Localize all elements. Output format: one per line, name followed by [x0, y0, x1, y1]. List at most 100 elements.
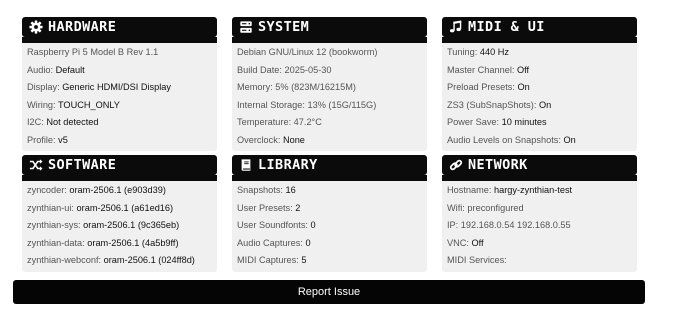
- hardware-wiring-label: Wiring:: [27, 99, 58, 110]
- midi-master-channel-value: Off: [516, 64, 530, 75]
- hardware-row-display: Display: Generic HDMI/DSI Display: [22, 79, 217, 97]
- midi-row-audio-levels: Audio Levels on Snapshots: On: [442, 132, 637, 150]
- library-title: LIBRARY: [258, 157, 318, 173]
- link-icon: [448, 158, 463, 173]
- library-snapshots-value: 16: [285, 185, 296, 195]
- midi-row-preload-presets: Preload Presets: On: [442, 79, 637, 97]
- report-issue-button[interactable]: Report Issue: [13, 280, 645, 304]
- system-row-storage: Internal Storage: 13% (15G/115G): [232, 97, 427, 115]
- software-body: zyncoder: oram-2506.1 (e903d39) zynthian…: [22, 181, 217, 272]
- server-icon: [238, 20, 253, 35]
- network-header: NETWORK: [442, 155, 637, 181]
- library-row-audio-captures: Audio Captures: 0: [232, 235, 427, 253]
- midi-master-channel-label: Master Channel:: [447, 64, 517, 75]
- hardware-display-value: Generic HDMI/DSI Display: [62, 82, 171, 92]
- hardware-i2c-value: Not detected: [46, 117, 99, 127]
- system-memory-label: Memory: 5% (823M/16215M): [237, 82, 356, 92]
- hardware-audio-label: Audio:: [27, 64, 56, 75]
- software-panel: SOFTWARE zyncoder: oram-2506.1 (e903d39)…: [22, 155, 217, 272]
- network-ip-label: IP: 192.168.0.54 192.168.0.55: [447, 220, 571, 230]
- library-header: LIBRARY: [232, 155, 427, 181]
- midi-ui-header: MIDI & UI: [442, 17, 637, 43]
- library-body: Snapshots: 16 User Presets: 2 User Sound…: [232, 181, 427, 272]
- network-body: Hostname: hargy-zynthian-test Wifi: prec…: [442, 181, 637, 272]
- book-icon: [238, 158, 253, 173]
- software-zynthian-ui-value: oram-2506.1 (a61ed16): [76, 202, 174, 213]
- system-storage-label: Internal Storage: 13% (15G/115G): [237, 99, 377, 110]
- system-overclock-value: None: [282, 134, 305, 145]
- software-zynthian-sys-label: zynthian-sys:: [27, 220, 84, 230]
- hardware-display-label: Display:: [27, 82, 63, 92]
- software-row-zynthian-data: zynthian-data: oram-2506.1 (4a5b9ff): [22, 235, 217, 253]
- library-snapshots-label: Snapshots:: [237, 185, 286, 195]
- library-midi-captures-value: 5: [301, 255, 307, 265]
- midi-zs3-value: On: [538, 99, 552, 110]
- hardware-title: HARDWARE: [48, 19, 117, 35]
- software-row-zyncoder: zyncoder: oram-2506.1 (e903d39): [22, 182, 217, 200]
- midi-tuning-value: 440 Hz: [479, 47, 509, 57]
- software-zynthian-sys-value: oram-2506.1 (9c365eb): [83, 220, 180, 230]
- library-user-soundfonts-value: 0: [310, 220, 316, 230]
- midi-ui-title: MIDI & UI: [468, 19, 545, 35]
- software-zynthian-data-label: zynthian-data:: [27, 237, 88, 248]
- system-row-overclock: Overclock: None: [232, 132, 427, 150]
- hardware-i2c-label: I2C:: [27, 117, 47, 127]
- midi-preload-presets-value: On: [517, 82, 530, 92]
- hardware-row-wiring: Wiring: TOUCH_ONLY: [22, 97, 217, 115]
- library-row-snapshots: Snapshots: 16: [232, 182, 427, 200]
- hardware-model-label: Raspberry Pi 5 Model B Rev 1.1: [27, 47, 159, 57]
- system-title: SYSTEM: [258, 19, 310, 35]
- software-zyncoder-label: zyncoder:: [27, 185, 70, 195]
- hardware-row-profile: Profile: v5: [22, 132, 217, 150]
- system-row-build-date: Build Date: 2025-05-30: [232, 62, 427, 80]
- music-note-icon: [448, 20, 463, 35]
- library-row-user-soundfonts: User Soundfonts: 0: [232, 217, 427, 235]
- library-row-user-presets: User Presets: 2: [232, 200, 427, 218]
- library-panel: LIBRARY Snapshots: 16 User Presets: 2 Us…: [232, 155, 427, 272]
- software-zynthian-data-value: oram-2506.1 (4a5b9ff): [87, 237, 179, 248]
- midi-tuning-label: Tuning:: [447, 47, 480, 57]
- midi-audio-levels-value: On: [563, 134, 576, 145]
- library-user-presets-value: 2: [295, 202, 301, 213]
- gear-icon: [28, 20, 43, 35]
- network-hostname-label: Hostname:: [447, 185, 494, 195]
- midi-preload-presets-label: Preload Presets:: [447, 82, 518, 92]
- library-audio-captures-value: 0: [305, 237, 311, 248]
- software-title: SOFTWARE: [48, 157, 117, 173]
- software-zynthian-ui-label: zynthian-ui:: [27, 202, 77, 213]
- network-title: NETWORK: [468, 157, 528, 173]
- network-row-hostname: Hostname: hargy-zynthian-test: [442, 182, 637, 200]
- network-midi-services-label: MIDI Services:: [447, 255, 507, 265]
- hardware-wiring-value: TOUCH_ONLY: [57, 99, 120, 110]
- hardware-row-i2c: I2C: Not detected: [22, 114, 217, 132]
- network-vnc-value: Off: [471, 237, 484, 248]
- hardware-row-model: Raspberry Pi 5 Model B Rev 1.1: [22, 44, 217, 62]
- library-midi-captures-label: MIDI Captures:: [237, 255, 302, 265]
- network-panel: NETWORK Hostname: hargy-zynthian-test Wi…: [442, 155, 637, 272]
- system-temperature-label: Temperature: 47.2°C: [237, 117, 322, 127]
- hardware-row-audio: Audio: Default: [22, 62, 217, 80]
- midi-audio-levels-label: Audio Levels on Snapshots:: [447, 134, 564, 145]
- hardware-panel: HARDWARE Raspberry Pi 5 Model B Rev 1.1 …: [22, 17, 217, 151]
- system-overclock-label: Overclock:: [237, 134, 283, 145]
- library-user-presets-label: User Presets:: [237, 202, 296, 213]
- library-audio-captures-label: Audio Captures:: [237, 237, 306, 248]
- network-wifi-label: Wifi: preconfigured: [447, 202, 524, 213]
- midi-row-tuning: Tuning: 440 Hz: [442, 44, 637, 62]
- library-row-midi-captures: MIDI Captures: 5: [232, 252, 427, 270]
- hardware-body: Raspberry Pi 5 Model B Rev 1.1 Audio: De…: [22, 43, 217, 151]
- system-row-temperature: Temperature: 47.2°C: [232, 114, 427, 132]
- software-row-zynthian-webconf: zynthian-webconf: oram-2506.1 (024ff8d): [22, 252, 217, 270]
- system-body: Debian GNU/Linux 12 (bookworm) Build Dat…: [232, 43, 427, 151]
- software-header: SOFTWARE: [22, 155, 217, 181]
- system-header: SYSTEM: [232, 17, 427, 43]
- network-row-midi-services: MIDI Services:: [442, 252, 637, 270]
- library-user-soundfonts-label: User Soundfonts:: [237, 220, 311, 230]
- system-panel: SYSTEM Debian GNU/Linux 12 (bookworm) Bu…: [232, 17, 427, 151]
- midi-power-save-label: Power Save:: [447, 117, 502, 127]
- software-zyncoder-value: oram-2506.1 (e903d39): [69, 185, 166, 195]
- system-os-label: Debian GNU/Linux 12 (bookworm): [237, 47, 378, 57]
- network-row-vnc: VNC: Off: [442, 235, 637, 253]
- midi-power-save-value: 10 minutes: [501, 117, 547, 127]
- midi-row-zs3: ZS3 (SubSnapShots): On: [442, 97, 637, 115]
